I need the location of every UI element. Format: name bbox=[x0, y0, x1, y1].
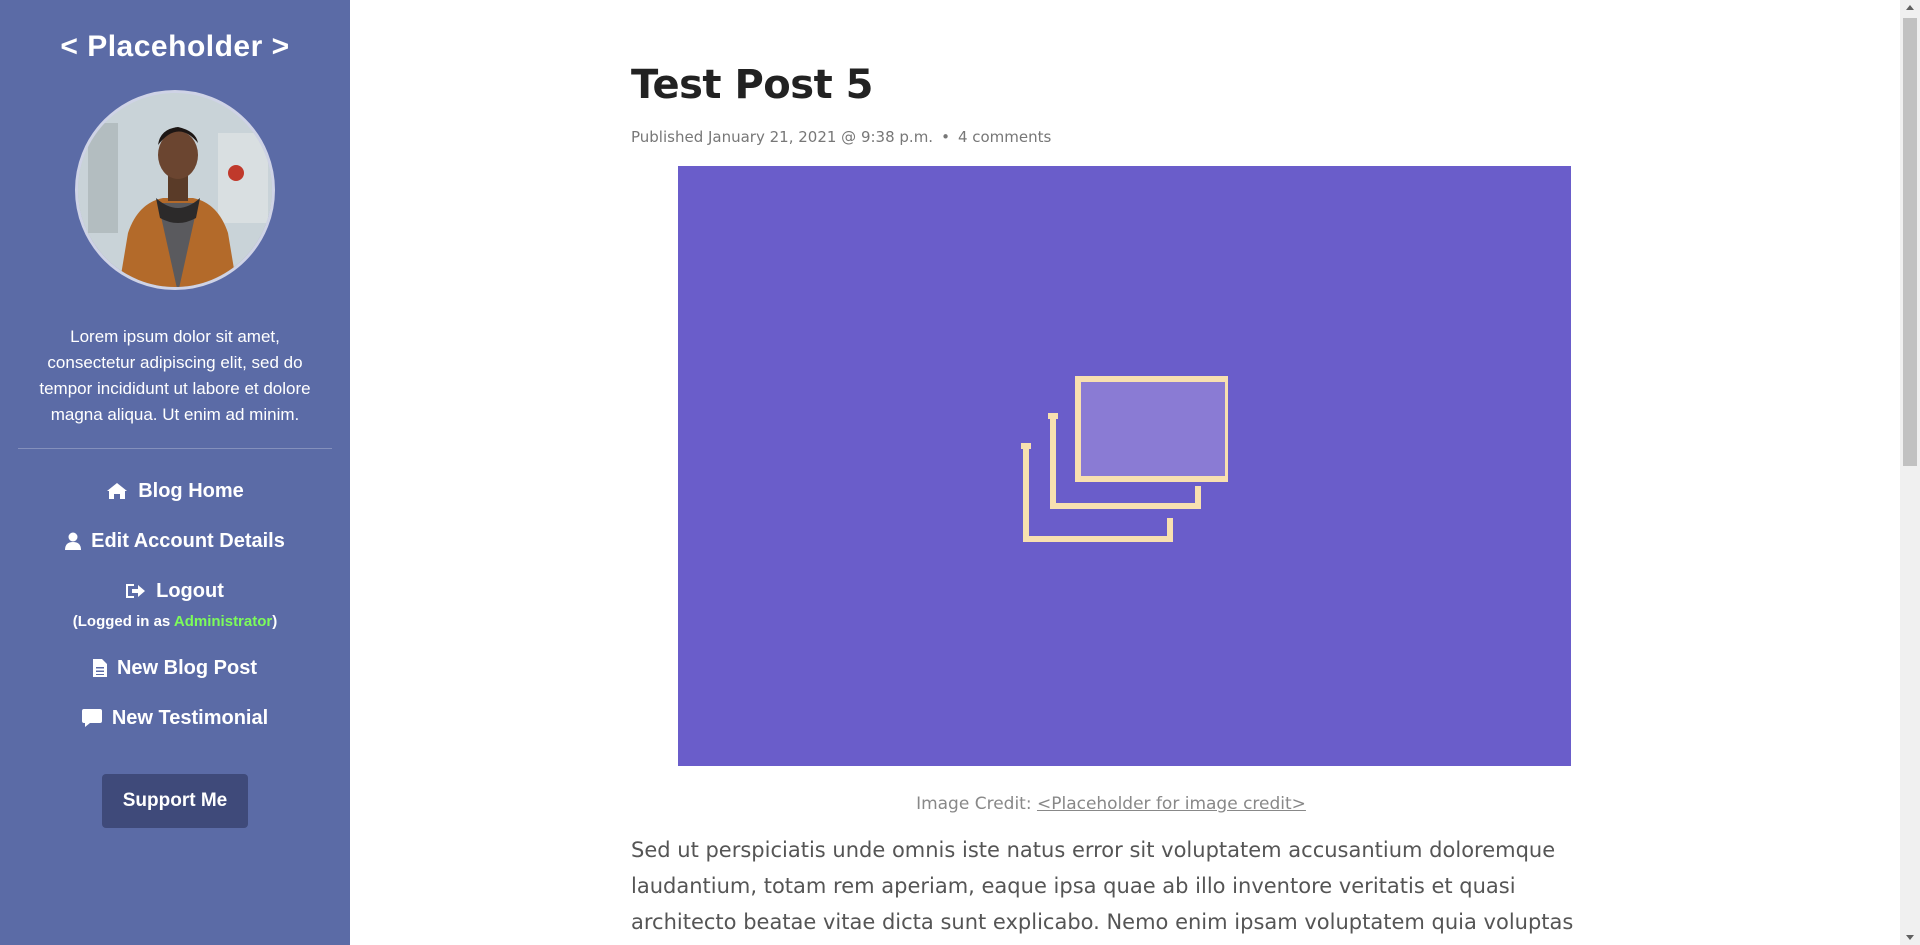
avatar bbox=[75, 90, 275, 290]
scroll-up-arrow-icon[interactable] bbox=[1900, 0, 1920, 16]
vertical-scrollbar[interactable] bbox=[1900, 0, 1920, 945]
post-meta: Published January 21, 2021 @ 9:38 p.m. • 4… bbox=[631, 128, 1591, 146]
nav-edit-account[interactable]: Edit Account Details bbox=[0, 529, 350, 553]
image-credit: Image Credit: <Placeholder for image cre… bbox=[631, 794, 1591, 814]
user-icon bbox=[65, 532, 82, 550]
nav-edit-account-label: Edit Account Details bbox=[91, 529, 285, 552]
logged-in-prefix: (Logged in as bbox=[72, 613, 174, 630]
post-title: Test Post 5 bbox=[631, 62, 873, 108]
meta-separator: • bbox=[941, 128, 950, 146]
comments-link[interactable]: 4 comments bbox=[958, 128, 1051, 146]
nav-blog-home[interactable]: Blog Home bbox=[0, 479, 350, 503]
support-me-button[interactable]: Support Me bbox=[101, 774, 249, 828]
sidebar-divider bbox=[18, 448, 332, 449]
file-icon bbox=[92, 659, 107, 677]
logged-in-status: (Logged in as Administrator) bbox=[0, 613, 350, 630]
nav-new-blog-post[interactable]: New Blog Post bbox=[0, 656, 350, 680]
sign-out-icon bbox=[126, 584, 146, 598]
nav-new-blog-post-label: New Blog Post bbox=[116, 656, 257, 679]
site-title[interactable]: < Placeholder > bbox=[0, 30, 350, 64]
scroll-down-arrow-icon[interactable] bbox=[1900, 929, 1920, 945]
logged-in-role: Administrator bbox=[173, 613, 273, 630]
image-credit-label: Image Credit: bbox=[916, 794, 1032, 814]
sidebar-nav: Blog Home Edit Account Details Logout (L… bbox=[0, 479, 350, 730]
nav-blog-home-label: Blog Home bbox=[138, 479, 244, 502]
nav-new-testimonial[interactable]: New Testimonial bbox=[0, 706, 350, 730]
logout-block: Logout (Logged in as Administrator) bbox=[0, 579, 350, 631]
image-gallery-icon bbox=[1021, 376, 1228, 542]
nav-logout-label: Logout bbox=[156, 579, 224, 602]
post-published-date: Published January 21, 2021 @ 9:38 p.m. bbox=[631, 128, 934, 146]
avatar-photo bbox=[78, 93, 272, 287]
image-credit-link[interactable]: <Placeholder for image credit> bbox=[1037, 794, 1306, 814]
comment-icon bbox=[81, 709, 102, 727]
post-hero-image bbox=[678, 166, 1571, 766]
post-body: Sed ut perspiciatis unde omnis iste natu… bbox=[631, 838, 1574, 934]
nav-new-testimonial-label: New Testimonial bbox=[111, 706, 269, 729]
logged-in-suffix: ) bbox=[272, 613, 278, 630]
bio-text: Lorem ipsum dolor sit amet, consectetur … bbox=[39, 327, 311, 424]
nav-logout[interactable]: Logout bbox=[0, 579, 350, 603]
main-content: Test Post 5 Published January 21, 2021 @… bbox=[350, 0, 1900, 945]
home-icon bbox=[107, 483, 128, 499]
blog-post: Test Post 5 Published January 21, 2021 @… bbox=[631, 0, 1591, 945]
scrollbar-thumb[interactable] bbox=[1903, 18, 1917, 466]
sidebar: < Placeholder > Lorem ipsum dolor sit am… bbox=[0, 0, 350, 945]
